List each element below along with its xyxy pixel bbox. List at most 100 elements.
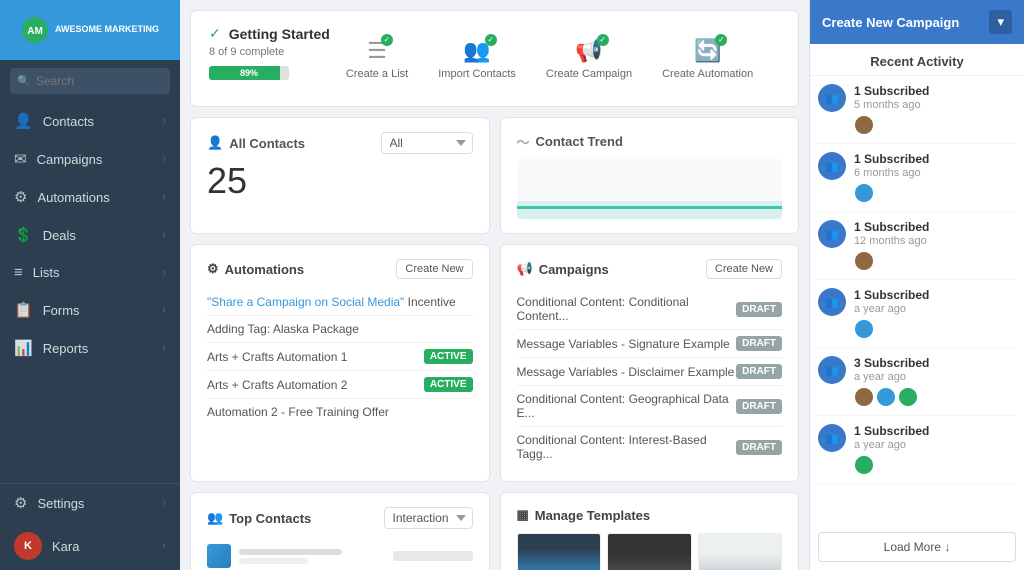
automation-item[interactable]: Automation 2 - Free Training Offer — [207, 399, 473, 425]
campaign-item[interactable]: Message Variables - Disclaimer Example D… — [517, 358, 783, 386]
campaigns-card: 📢 Campaigns Create New Conditional Conte… — [500, 244, 800, 482]
automation-item[interactable]: Arts + Crafts Automation 2 ACTIVE — [207, 371, 473, 399]
activity-avatar — [898, 387, 918, 407]
campaign-item[interactable]: Conditional Content: Interest-Based Tagg… — [517, 427, 783, 467]
sidebar-item-automations[interactable]: ⚙ Automations › — [0, 178, 180, 216]
template-thumb[interactable] — [607, 533, 692, 570]
user-profile[interactable]: K Kara › — [0, 522, 180, 570]
campaigns-list: Conditional Content: Conditional Content… — [517, 289, 783, 467]
search-area — [0, 60, 180, 102]
activity-avatar — [854, 183, 874, 203]
automation-item[interactable]: Arts + Crafts Automation 1 ACTIVE — [207, 343, 473, 371]
active-badge: ACTIVE — [424, 377, 473, 392]
contacts-card-icon: 👤 — [207, 135, 223, 151]
right-panel: Create New Campaign ▾ Recent Activity 👥 … — [809, 0, 1024, 570]
chevron-right-icon: › — [162, 115, 166, 127]
chevron-right-icon: › — [162, 342, 166, 354]
getting-started-subtitle: 8 of 9 complete — [209, 46, 330, 58]
deals-icon: 💲 — [14, 226, 33, 244]
template-thumb[interactable] — [698, 533, 783, 570]
contact-trend-card: 〜 Contact Trend — [500, 117, 800, 234]
activity-avatar — [854, 251, 874, 271]
sidebar-label-deals: Deals — [43, 228, 76, 243]
top-contacts-icon: 👥 — [207, 510, 223, 526]
sidebar-item-lists[interactable]: ≡ Lists › — [0, 254, 180, 291]
activity-item: 👥 1 Subscribed 5 months ago — [818, 76, 1016, 144]
draft-badge: DRAFT — [736, 440, 782, 455]
templates-icon: ▦ — [517, 507, 529, 523]
campaigns-icon: ✉ — [14, 150, 27, 168]
activity-time: a year ago — [854, 371, 1016, 383]
activity-title: 1 Subscribed — [854, 288, 1016, 302]
template-thumb[interactable] — [517, 533, 602, 570]
step-create-list[interactable]: ☰ ✓ Create a List — [346, 38, 408, 80]
automations-list: "Share a Campaign on Social Media" Incen… — [207, 289, 473, 425]
sidebar-item-deals[interactable]: 💲 Deals › — [0, 216, 180, 254]
all-contacts-card: 👤 All Contacts All This Week This Month … — [190, 117, 490, 234]
chevron-right-icon: › — [162, 229, 166, 241]
step-label-import-contacts: Import Contacts — [438, 68, 516, 80]
activity-content: 3 Subscribed a year ago — [854, 356, 1016, 407]
automation-item[interactable]: "Share a Campaign on Social Media" Incen… — [207, 289, 473, 316]
main-area: ✓ Getting Started 8 of 9 complete 89% ☰ … — [180, 0, 809, 570]
contact-bars — [239, 549, 377, 564]
campaign-item[interactable]: Message Variables - Signature Example DR… — [517, 330, 783, 358]
sidebar-label-contacts: Contacts — [43, 114, 94, 129]
activity-icon: 👥 — [818, 356, 846, 384]
automation-item[interactable]: Adding Tag: Alaska Package — [207, 316, 473, 343]
contact-trend-title: Contact Trend — [536, 134, 623, 149]
activity-time: 5 months ago — [854, 99, 1016, 111]
chevron-right-icon: › — [162, 304, 166, 316]
step-create-campaign[interactable]: 📢 ✓ Create Campaign — [546, 38, 632, 80]
top-contacts-list — [207, 539, 473, 570]
bottom-row: 👥 Top Contacts Interaction — [190, 492, 799, 570]
sidebar-item-contacts[interactable]: 👤 Contacts › — [0, 102, 180, 140]
import-contacts-icon: 👥 ✓ — [463, 38, 490, 64]
activity-item: 👥 1 Subscribed a year ago — [818, 416, 1016, 484]
automations-card: ⚙ Automations Create New "Share a Campai… — [190, 244, 490, 482]
activity-title: 1 Subscribed — [854, 152, 1016, 166]
automations-icon: ⚙ — [14, 188, 27, 206]
draft-badge: DRAFT — [736, 336, 782, 351]
all-contacts-count: 25 — [207, 160, 473, 202]
sidebar-item-campaigns[interactable]: ✉ Campaigns › — [0, 140, 180, 178]
top-contacts-filter[interactable]: Interaction — [384, 507, 473, 529]
sidebar-item-settings[interactable]: ⚙ Settings › — [0, 484, 180, 522]
draft-badge: DRAFT — [736, 399, 782, 414]
chevron-right-icon: › — [162, 497, 166, 509]
top-contacts-card: 👥 Top Contacts Interaction — [190, 492, 490, 570]
create-new-campaign-button[interactable]: Create New Campaign — [822, 15, 959, 30]
step-import-contacts[interactable]: 👥 ✓ Import Contacts — [438, 38, 516, 80]
getting-started-widget: ✓ Getting Started 8 of 9 complete 89% ☰ … — [190, 10, 799, 107]
activity-content: 1 Subscribed 5 months ago — [854, 84, 1016, 135]
campaigns-create-new-button[interactable]: Create New — [706, 259, 782, 279]
campaign-item[interactable]: Conditional Content: Geographical Data E… — [517, 386, 783, 427]
progress-bar: 89% — [209, 66, 289, 80]
step-label-create-automation: Create Automation — [662, 68, 753, 80]
automations-icon: ⚙ — [207, 261, 219, 277]
activity-avatar — [854, 115, 874, 135]
manage-templates-card: ▦ Manage Templates — [500, 492, 800, 570]
campaigns-title: Campaigns — [539, 262, 609, 277]
create-list-icon: ☰ ✓ — [367, 38, 387, 64]
reports-icon: 📊 — [14, 339, 33, 357]
load-more-button[interactable]: Load More ↓ — [818, 532, 1016, 562]
create-campaign-dropdown-button[interactable]: ▾ — [989, 10, 1012, 34]
activity-icon: 👥 — [818, 220, 846, 248]
check-icon: ✓ — [209, 25, 221, 42]
sidebar-label-reports: Reports — [43, 341, 89, 356]
campaign-item[interactable]: Conditional Content: Conditional Content… — [517, 289, 783, 330]
step-create-automation[interactable]: 🔄 ✓ Create Automation — [662, 38, 753, 80]
sidebar-item-forms[interactable]: 📋 Forms › — [0, 291, 180, 329]
activity-icon: 👥 — [818, 288, 846, 316]
sidebar-item-reports[interactable]: 📊 Reports › — [0, 329, 180, 367]
contact-row[interactable] — [207, 539, 473, 570]
contacts-filter-select[interactable]: All This Week This Month — [381, 132, 473, 154]
search-input[interactable] — [10, 68, 170, 94]
settings-icon: ⚙ — [14, 494, 27, 512]
sidebar-bottom: ⚙ Settings › K Kara › — [0, 483, 180, 570]
activity-title: 1 Subscribed — [854, 220, 1016, 234]
activity-time: a year ago — [854, 303, 1016, 315]
automations-create-new-button[interactable]: Create New — [396, 259, 472, 279]
activity-icon: 👥 — [818, 424, 846, 452]
